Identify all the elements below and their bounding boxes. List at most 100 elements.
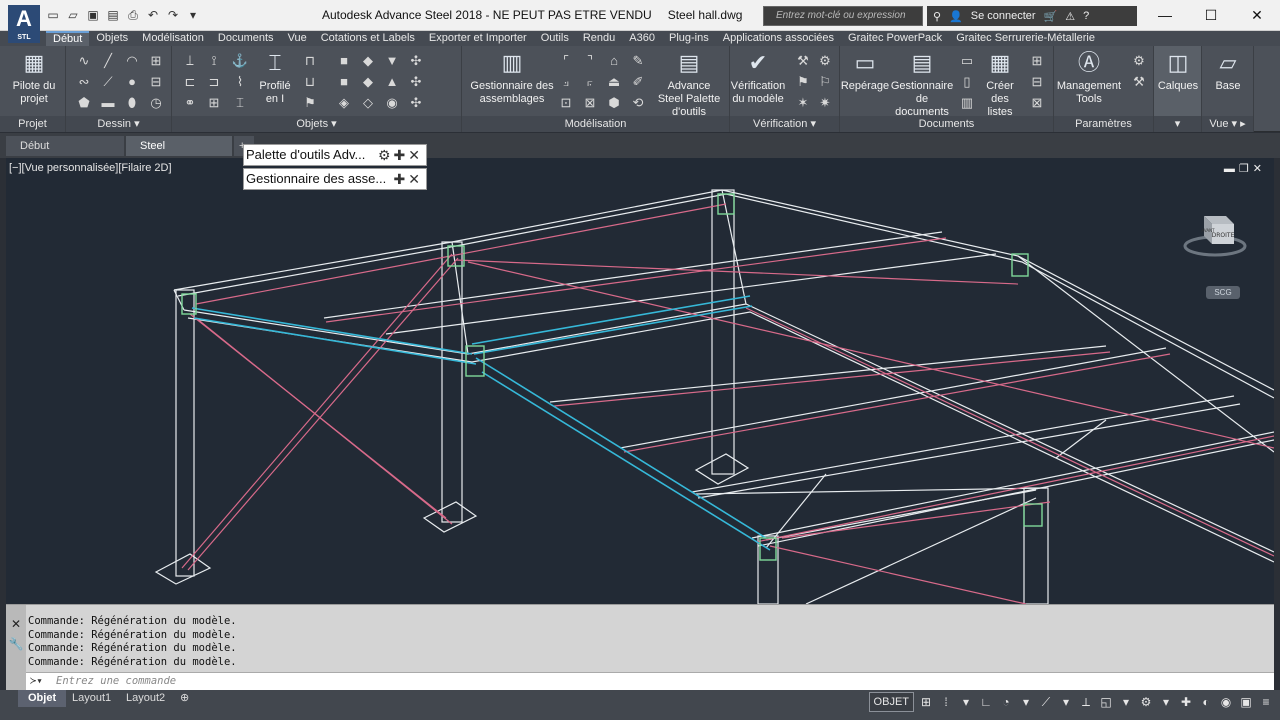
settings-icon[interactable]: ⚙ (1128, 50, 1150, 71)
doc2-icon[interactable]: ▯ (956, 71, 978, 92)
vp-restore-icon[interactable]: ❐ (1239, 163, 1253, 175)
minimize-icon[interactable]: — (1142, 0, 1188, 31)
box2-icon[interactable]: ■ (332, 71, 356, 92)
doc-icon[interactable]: ▭ (956, 50, 978, 71)
binoculars-icon[interactable]: ⚲ (933, 10, 941, 23)
login-area[interactable]: ⚲ 👤 Se connecter 🛒 ⚠ ? (927, 6, 1137, 26)
joint2-icon[interactable]: ⌝ (578, 50, 602, 71)
bolt-icon[interactable]: ⚭ (178, 92, 202, 113)
pin-icon[interactable]: ✚ (394, 147, 409, 163)
selection-dropdown-icon[interactable]: ▾ (1118, 693, 1134, 711)
doc-tab-steel-hall[interactable]: Steel hall*✕ (126, 136, 232, 172)
grid3-icon[interactable]: ⊞ (202, 92, 226, 113)
panel-title-objets[interactable]: Objets ▾ (172, 116, 461, 132)
grid-icon[interactable]: ⊞ (144, 50, 168, 71)
ortho-icon[interactable]: ∟ (978, 693, 994, 711)
joint6-icon[interactable]: ⊠ (578, 92, 602, 113)
circle-icon[interactable]: ● (120, 71, 144, 92)
login-button[interactable]: Se connecter (971, 10, 1036, 22)
base-button[interactable]: ▱ Base (1204, 48, 1252, 93)
close-palette-icon[interactable]: ✕ (408, 147, 423, 163)
vp-close-icon[interactable]: ✕ (1253, 163, 1266, 175)
snap-icon[interactable]: ⁞ (938, 693, 954, 711)
polar-icon[interactable]: ◔ (998, 693, 1014, 711)
redo-icon[interactable]: ↷ (166, 8, 180, 22)
check3-icon[interactable]: ⚑ (792, 71, 814, 92)
joint3-icon[interactable]: ⟓ (554, 71, 578, 92)
snap-dropdown-icon[interactable]: ▾ (958, 693, 974, 711)
spline-icon[interactable]: ∾ (72, 71, 96, 92)
export-icon[interactable]: ⊞ (1026, 50, 1048, 71)
shape5-icon[interactable]: ◆ (356, 71, 380, 92)
calques-dropdown[interactable]: ▾ (1154, 116, 1201, 132)
beam-icon[interactable]: ⟘ (178, 50, 202, 71)
model-space-toggle[interactable]: OBJET (868, 692, 914, 712)
layout-tab-objet[interactable]: Objet (18, 690, 67, 707)
settings-dropdown-icon[interactable]: ▾ (1158, 693, 1174, 711)
doc-tab-debut[interactable]: Début (6, 136, 124, 156)
polyline-icon[interactable]: ∿ (72, 50, 96, 71)
maximize-icon[interactable]: ☐ (1188, 0, 1234, 31)
roof-icon[interactable]: ⏏ (602, 71, 626, 92)
pen-icon[interactable]: ✎ (626, 50, 650, 71)
tab-rendu[interactable]: Rendu (576, 31, 622, 46)
rect-icon[interactable]: ▬ (96, 92, 120, 113)
check5-icon[interactable]: ✶ (792, 92, 814, 113)
shape10-icon[interactable]: ◉ (380, 92, 404, 113)
open-file-icon[interactable]: ▱ (66, 8, 80, 22)
floating-gestionnaire[interactable]: Gestionnaire des asse... ✚✕ (243, 168, 427, 190)
shape9-icon[interactable]: ◇ (356, 92, 380, 113)
save-as-icon[interactable]: ▤ (106, 8, 120, 22)
search-input[interactable]: Entrez mot-clé ou expression (763, 6, 923, 26)
check2-icon[interactable]: ⚙ (814, 50, 836, 71)
tab-applications[interactable]: Applications associées (716, 31, 841, 46)
stair-icon[interactable]: ⌇ (228, 71, 252, 92)
vp-minimize-icon[interactable]: ▬ (1224, 163, 1239, 175)
floating-palette-outils[interactable]: Palette d'outils Adv... ⚙✚✕ (243, 144, 427, 166)
shape4-icon[interactable]: ✣ (404, 50, 428, 71)
close-icon[interactable]: ✕ (1234, 0, 1280, 31)
osnap-icon[interactable]: ⟋ (1038, 693, 1054, 711)
tab-outils[interactable]: Outils (534, 31, 576, 46)
shape8-icon[interactable]: ◈ (332, 92, 356, 113)
layout-tab-layout2[interactable]: Layout2 (116, 690, 175, 707)
pilote-projet-button[interactable]: ▦ Pilote du projet (8, 48, 60, 106)
gear-icon[interactable]: ⚙ (378, 147, 394, 163)
tab-serrurerie[interactable]: Graitec Serrurerie-Métallerie (949, 31, 1102, 46)
box-icon[interactable]: ■ (332, 50, 356, 71)
close-gestionnaire-icon[interactable]: ✕ (408, 171, 423, 187)
hardware-accel-icon[interactable]: ◉ (1218, 693, 1234, 711)
management-tools-button[interactable]: Ⓐ Management Tools (1056, 48, 1122, 106)
frame-icon[interactable]: ⌶ (228, 92, 252, 113)
profile-i-button[interactable]: ⌶ Profilé en I (254, 48, 296, 106)
settings-gear-icon[interactable]: ⚙ (1138, 693, 1154, 711)
column-icon[interactable]: ⟟ (202, 50, 226, 71)
arc-icon[interactable]: ◠ (120, 50, 144, 71)
ellipse-icon[interactable]: ⬮ (120, 92, 144, 113)
disk-icon[interactable]: ⬢ (602, 92, 626, 113)
command-prompt-icon[interactable]: ≻▾ (30, 675, 43, 687)
help-icon[interactable]: ? (1083, 10, 1089, 22)
diag-icon[interactable]: ⟋ (96, 71, 120, 92)
pin2-icon[interactable]: ✚ (394, 171, 409, 187)
close-command-icon[interactable]: ✕ (6, 617, 26, 631)
panel-title-verification[interactable]: Vérification ▾ (730, 116, 839, 132)
gestionnaire-assemblages-button[interactable]: ▥ Gestionnaire des assemblages (470, 48, 554, 106)
line-icon[interactable]: ╱ (96, 50, 120, 71)
shape7-icon[interactable]: ✣ (404, 71, 428, 92)
joint5-icon[interactable]: ⊡ (554, 92, 578, 113)
tab-a360[interactable]: A360 (622, 31, 662, 46)
house-icon[interactable]: ⌂ (602, 50, 626, 71)
shape6-icon[interactable]: ▲ (380, 71, 404, 92)
verification-modele-button[interactable]: ✔ Vérification du modèle (730, 48, 786, 106)
tab-modelisation[interactable]: Modélisation (135, 31, 211, 46)
clean-screen-icon[interactable]: ▣ (1238, 693, 1254, 711)
doc3-icon[interactable]: ▥ (956, 92, 978, 113)
joint-icon[interactable]: ⌜ (554, 50, 578, 71)
new-file-icon[interactable]: ▭ (46, 8, 60, 22)
shape3-icon[interactable]: ▼ (380, 50, 404, 71)
check-icon[interactable]: ⚒ (792, 50, 814, 71)
customize-icon[interactable]: ≡ (1258, 693, 1274, 711)
flag-icon[interactable]: ⚑ (298, 92, 322, 113)
clock-icon[interactable]: ◷ (144, 92, 168, 113)
